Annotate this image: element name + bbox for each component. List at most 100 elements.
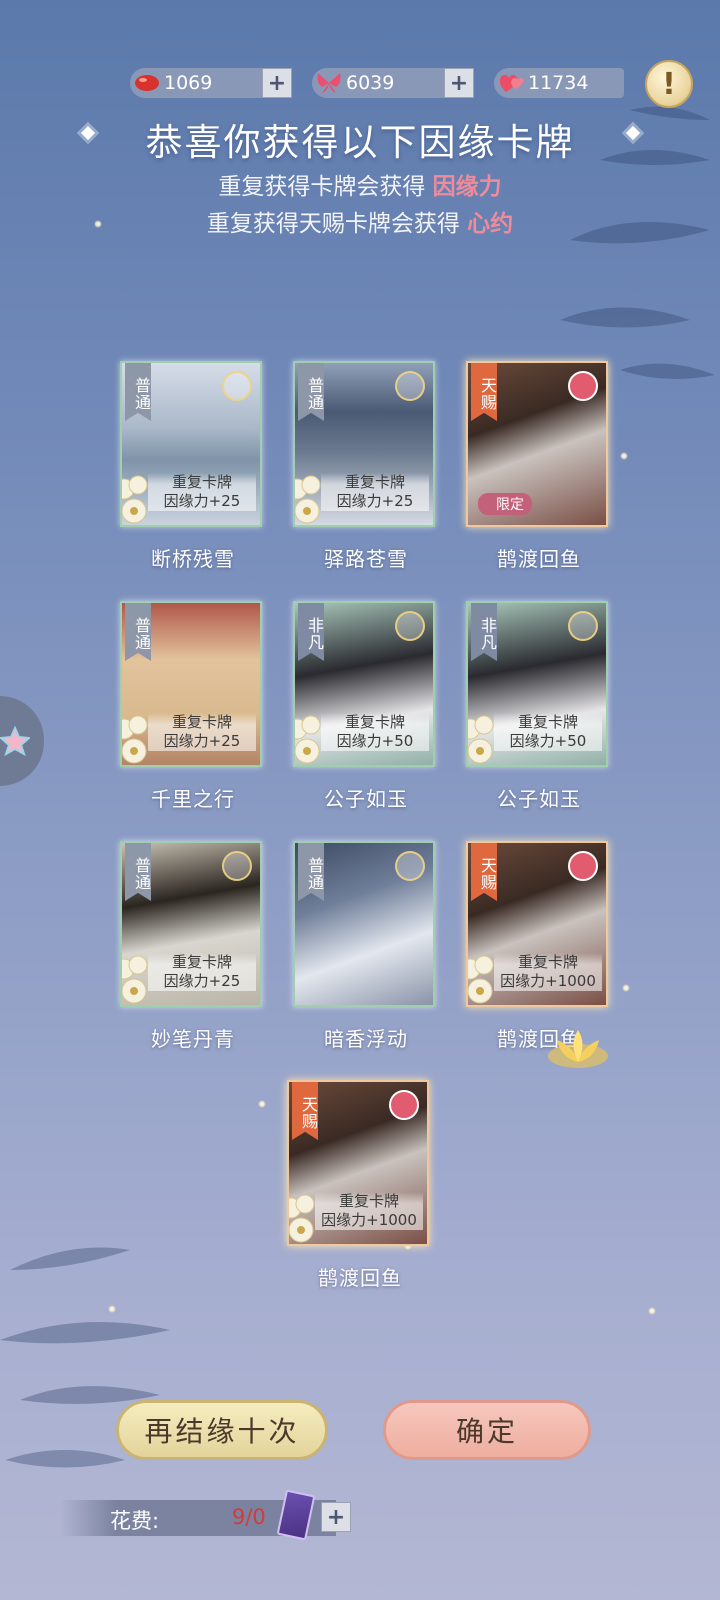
rarity-ribbon: 普通 [125,363,151,421]
rarity-ribbon: 普通 [298,843,324,901]
cost-value: 9/0 [232,1505,266,1529]
card-image: 普通 重复卡牌 因缘力+25 [120,361,262,527]
duplicate-reward: 因缘力+50 [336,732,414,750]
emblem-icon [395,611,425,641]
rarity-ribbon: 普通 [125,603,151,661]
card-name: 断桥残雪 [151,547,235,571]
card-image: 天赐 限定 [466,361,608,527]
lotus-lantern-icon [548,1030,608,1068]
duplicate-label: 重复卡牌 [171,953,232,971]
card-name: 鹊渡回鱼 [497,547,581,571]
add-red-bean-button[interactable]: + [262,68,292,98]
resource-red-bean: 1069 + [130,68,292,98]
page-title: 恭喜你获得以下因缘卡牌 [145,121,575,164]
alert-icon[interactable]: ! [645,60,693,108]
card-slot[interactable]: 天赐 重复卡牌 因缘力+1000 鹊渡回鱼 [287,1080,433,1291]
card-image: 普通 重复卡牌 因缘力+25 [120,841,262,1007]
subtitle-line-2: 重复获得天赐卡牌会获得 心约 [0,204,720,238]
duplicate-label: 重复卡牌 [517,713,578,731]
duplicate-info: 重复卡牌 因缘力+25 [321,473,429,511]
duplicate-reward: 因缘力+1000 [500,972,596,990]
duplicate-label: 重复卡牌 [344,473,405,491]
star-icon [0,726,30,756]
card-name: 公子如玉 [324,787,408,811]
add-ticket-button[interactable]: + [321,1502,351,1532]
duplicate-info: 重复卡牌 因缘力+25 [148,713,256,751]
side-menu-tab[interactable] [0,696,44,786]
duplicate-reward: 因缘力+25 [163,732,241,750]
sparkle [108,1305,116,1313]
duplicate-info: 重复卡牌 因缘力+25 [148,953,256,991]
duplicate-label: 重复卡牌 [171,713,232,731]
subtitle-text: 重复获得天赐卡牌会获得 [206,211,460,237]
card-name: 暗香浮动 [324,1027,408,1051]
plum-blossom-icon [568,851,598,881]
emblem-icon [222,371,252,401]
hearts-icon [494,68,528,98]
card-slot[interactable]: 普通 重复卡牌 因缘力+25 驿路苍雪 [293,361,439,572]
card-name: 千里之行 [151,787,235,811]
card-image: 天赐 重复卡牌 因缘力+1000 [466,841,608,1007]
add-butterfly-button[interactable]: + [444,68,474,98]
duplicate-reward: 因缘力+50 [509,732,587,750]
card-name: 妙笔丹青 [151,1027,235,1051]
card-slot[interactable]: 非凡 重复卡牌 因缘力+50 公子如玉 [466,601,612,812]
card-image: 非凡 重复卡牌 因缘力+50 [466,601,608,767]
sparkle [648,1307,656,1315]
draw-ten-again-button[interactable]: 再结缘十次 [116,1400,328,1460]
subtitle-text: 重复获得卡牌会获得 [218,174,426,200]
rarity-ribbon: 非凡 [298,603,324,661]
subtitle-highlight: 因缘力 [432,173,502,200]
duplicate-reward: 因缘力+1000 [321,1211,417,1229]
sparkle [622,984,630,992]
limited-badge: 限定 [478,493,532,515]
card-slot[interactable]: 普通 重复卡牌 因缘力+25 千里之行 [120,601,266,812]
card-image: 普通 [293,841,435,1007]
card-name: 鹊渡回鱼 [318,1266,402,1290]
rarity-ribbon: 天赐 [471,843,497,901]
card-slot[interactable]: 普通 暗香浮动 [293,841,439,1052]
emblem-icon [222,851,252,881]
duplicate-reward: 因缘力+25 [163,972,241,990]
duplicate-info: 重复卡牌 因缘力+50 [494,713,602,751]
card-slot[interactable]: 天赐 限定 鹊渡回鱼 [466,361,612,572]
duplicate-label: 重复卡牌 [517,953,578,971]
cost-label: 花费: [110,1509,160,1533]
duplicate-info: 重复卡牌 因缘力+50 [321,713,429,751]
duplicate-label: 重复卡牌 [338,1192,399,1210]
duplicate-info: 重复卡牌 因缘力+1000 [315,1192,423,1230]
duplicate-info: 重复卡牌 因缘力+1000 [494,953,602,991]
rarity-ribbon: 普通 [125,843,151,901]
red-bean-count: 1069 [164,72,213,94]
sparkle [620,452,628,460]
resource-hearts: 11734 [494,68,624,98]
confirm-button[interactable]: 确定 [383,1400,591,1460]
card-slot[interactable]: 非凡 重复卡牌 因缘力+50 公子如玉 [293,601,439,812]
duplicate-reward: 因缘力+25 [336,492,414,510]
plum-blossom-icon [389,1090,419,1120]
card-image: 普通 重复卡牌 因缘力+25 [120,601,262,767]
rarity-ribbon: 普通 [298,363,324,421]
rarity-ribbon: 天赐 [292,1082,318,1140]
rarity-ribbon: 非凡 [471,603,497,661]
emblem-icon [568,611,598,641]
rarity-ribbon: 天赐 [471,363,497,421]
plum-blossom-icon [568,371,598,401]
card-image: 天赐 重复卡牌 因缘力+1000 [287,1080,429,1246]
red-bean-icon [130,68,164,98]
resource-butterfly: 6039 + [312,68,474,98]
duplicate-reward: 因缘力+25 [163,492,241,510]
card-name: 驿路苍雪 [324,547,408,571]
subtitle-highlight: 心约 [467,210,514,237]
emblem-icon [395,371,425,401]
card-image: 普通 重复卡牌 因缘力+25 [293,361,435,527]
card-slot[interactable]: 天赐 重复卡牌 因缘力+1000 鹊渡回鱼 [466,841,612,1052]
card-name: 公子如玉 [497,787,581,811]
butterfly-count: 6039 [346,72,395,94]
subtitle-line-1: 重复获得卡牌会获得 因缘力 [0,167,720,201]
card-slot[interactable]: 普通 重复卡牌 因缘力+25 断桥残雪 [120,361,266,572]
duplicate-label: 重复卡牌 [171,473,232,491]
card-slot[interactable]: 普通 重复卡牌 因缘力+25 妙笔丹青 [120,841,266,1052]
emblem-icon [395,851,425,881]
card-image: 非凡 重复卡牌 因缘力+50 [293,601,435,767]
